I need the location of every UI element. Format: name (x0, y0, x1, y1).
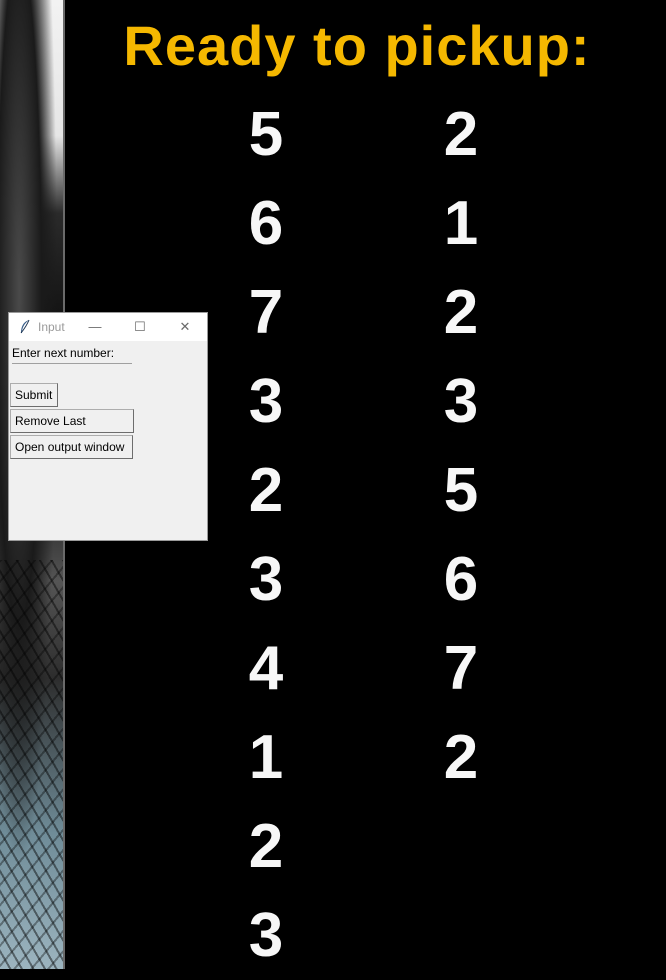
input-window: Input — ☐ ✕ Enter next number: Submit Re… (8, 312, 208, 541)
open-output-window-button[interactable]: Open output window (10, 435, 133, 459)
pickup-number: 7 (443, 634, 479, 703)
number-entry[interactable] (12, 361, 132, 364)
pickup-number: 3 (248, 367, 284, 436)
pickup-number: 3 (248, 545, 284, 614)
pickup-number: 5 (248, 100, 284, 169)
pickup-number: 1 (248, 723, 284, 792)
pickup-number: 3 (443, 367, 479, 436)
pickup-number: 4 (248, 634, 284, 703)
maximize-icon[interactable]: ☐ (129, 317, 151, 337)
minimize-icon[interactable]: — (84, 317, 106, 337)
pickup-number: 2 (248, 812, 284, 881)
pickup-number: 6 (443, 545, 479, 614)
submit-button[interactable]: Submit (10, 383, 58, 407)
pickup-number: 2 (443, 100, 479, 169)
right-number-column: 2 1 2 3 5 6 7 2 (421, 90, 501, 802)
pickup-number: 2 (248, 456, 284, 525)
window-title: Input (38, 320, 65, 334)
remove-last-number-button[interactable]: Remove Last Number (10, 409, 134, 450)
ready-title: Ready to pickup: (123, 14, 591, 77)
close-icon[interactable]: ✕ (174, 317, 196, 337)
pickup-number: 1 (443, 189, 479, 258)
input-window-titlebar[interactable]: Input — ☐ ✕ (9, 313, 207, 341)
pickup-number: 6 (248, 189, 284, 258)
feather-icon (18, 319, 32, 335)
left-number-column: 5 6 7 3 2 3 4 1 2 3 (226, 90, 306, 980)
pickup-number: 5 (443, 456, 479, 525)
entry-label: Enter next number: (12, 346, 115, 360)
pickup-number: 7 (248, 278, 284, 347)
pickup-number: 2 (443, 723, 479, 792)
pickup-number: 2 (443, 278, 479, 347)
pickup-number: 3 (248, 901, 284, 970)
